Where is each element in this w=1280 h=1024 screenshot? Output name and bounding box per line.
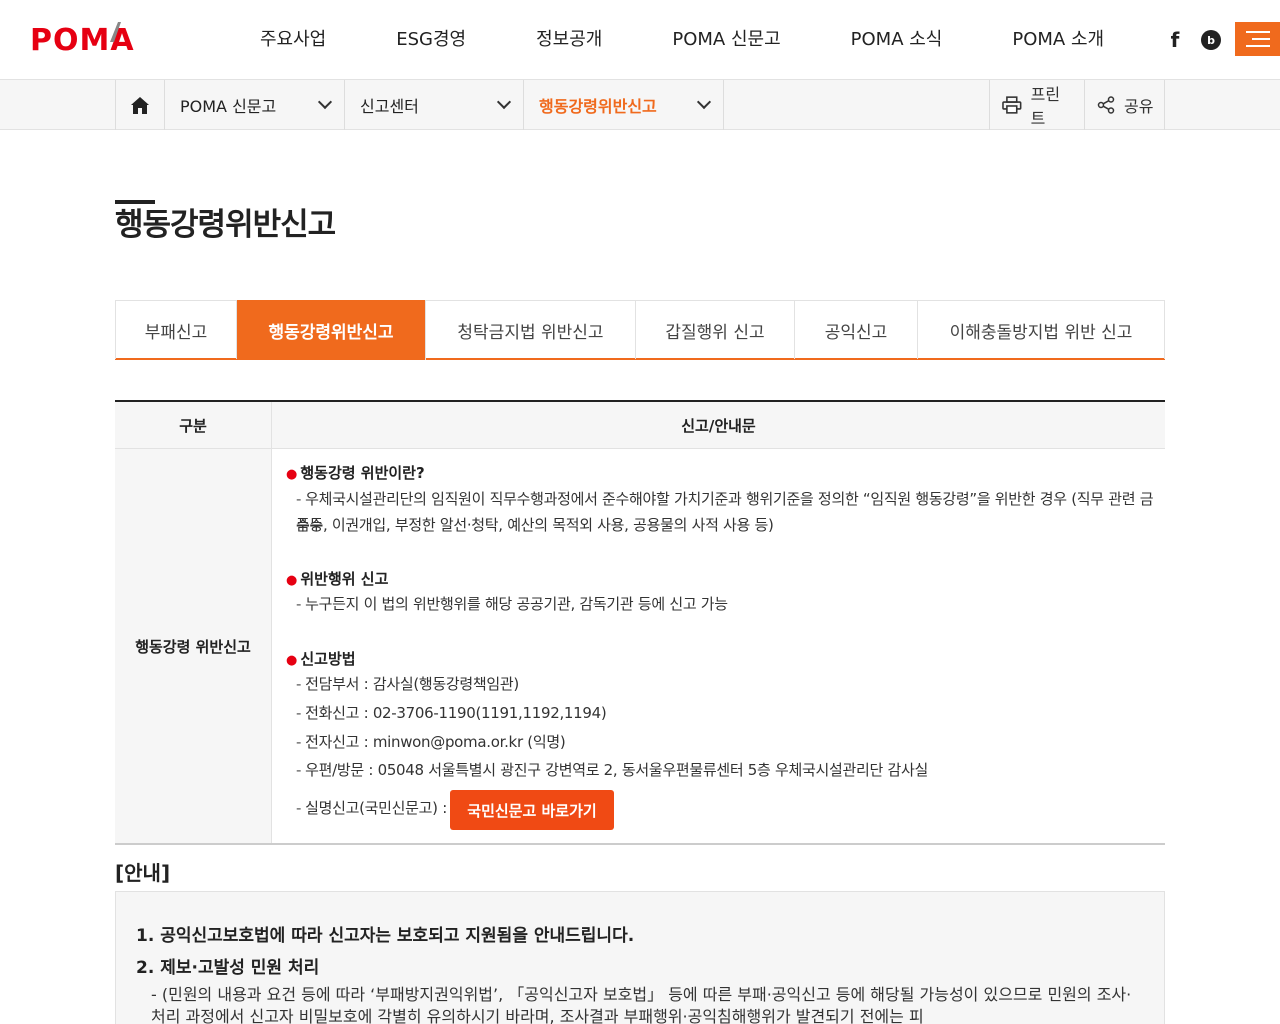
share-icon	[1097, 96, 1115, 114]
title-accent-bar	[115, 200, 155, 204]
location-depth3-dropdown[interactable]: 행동강령위반신고	[524, 80, 724, 130]
chevron-down-icon	[696, 94, 712, 110]
home-button[interactable]	[115, 80, 165, 130]
blog-icon[interactable]: b	[1201, 30, 1221, 50]
section-violation-title: ● 위반행위 신고	[286, 570, 389, 588]
header-icons: f b	[1165, 0, 1280, 80]
notice-box: 1. 공익신고보호법에 따라 신고자는 보호되고 지원됨을 안내드립니다. 2.…	[115, 891, 1165, 1024]
print-label: 프린트	[1030, 85, 1061, 128]
notice-item-2-detail: - (민원의 내용과 요건 등에 따라 ‘부패방지권익위법’, 「공익신고자 보…	[151, 985, 1132, 1024]
bullet-dot-icon: ●	[286, 653, 298, 668]
report-info-table: 구분 신고/안내문 행동강령 위반신고 ● 행동강령 위반이란? - 우체국시설관리…	[115, 400, 1165, 845]
gnb-item-about[interactable]: POMA 소개	[1012, 0, 1104, 80]
menu-line-icon	[1245, 45, 1270, 47]
notice-heading: [안내]	[115, 861, 171, 885]
location-depth1-label: POMA 신문고	[180, 97, 277, 116]
table-header-category: 구분	[115, 402, 272, 448]
poma-logo[interactable]: POMA	[30, 20, 135, 58]
tab-public-interest-report[interactable]: 공익신고	[795, 301, 918, 359]
method-email: - 전자신고 : minwon@poma.or.kr (익명)	[296, 733, 566, 751]
table-row: 행동강령 위반신고 ● 행동강령 위반이란? - 우체국시설관리단의 임직원이 직무…	[115, 449, 1165, 845]
menu-line-icon	[1251, 38, 1270, 40]
site-header: POMA 주요사업 ESG경영 정보공개 POMA 신문고 POMA 소식 PO…	[0, 0, 1280, 80]
location-depth3-label: 행동강령위반신고	[539, 97, 657, 116]
chevron-down-icon	[496, 94, 512, 110]
notice-item-2: 2. 제보·고발성 민원 처리	[136, 958, 320, 978]
gnb-item-news[interactable]: POMA 소식	[851, 0, 943, 80]
tab-anti-graft-report[interactable]: 청탁금지법 위반신고	[426, 301, 636, 359]
all-menu-button[interactable]	[1235, 22, 1280, 56]
logo-mark-icon	[110, 22, 121, 42]
location-depth1-dropdown[interactable]: POMA 신문고	[165, 80, 345, 130]
row-content: ● 행동강령 위반이란? - 우체국시설관리단의 임직원이 직무수행과정에서 준수해…	[272, 449, 1165, 843]
location-depth2-label: 신고센터	[360, 97, 419, 116]
tab-power-abuse-report[interactable]: 갑질행위 신고	[636, 301, 795, 359]
section-violation-text: - 누구든지 이 법의 위반행위를 해당 공공기관, 감독기관 등에 신고 가능	[296, 595, 728, 613]
tab-corruption-report[interactable]: 부패신고	[115, 301, 237, 359]
home-icon	[131, 96, 149, 114]
bullet-dot-icon: ●	[286, 573, 298, 588]
notice-item-1: 1. 공익신고보호법에 따라 신고자는 보호되고 지원됨을 안내드립니다.	[136, 926, 635, 946]
share-label: 공유	[1124, 97, 1154, 116]
chevron-down-icon	[317, 94, 333, 110]
method-department: - 전담부서 : 감사실(행동강령책임관)	[296, 675, 519, 693]
method-named-report: - 실명신고(국민신문고) :	[296, 799, 447, 817]
table-header-guide: 신고/안내문	[681, 416, 756, 435]
page-title: 행동강령위반신고	[115, 207, 336, 243]
location-bar: POMA 신문고 신고센터 행동강령위반신고 프린트 공유	[0, 80, 1280, 130]
section-definition-title: ● 행동강령 위반이란?	[286, 464, 425, 482]
menu-line-icon	[1245, 31, 1270, 33]
location-depth2-dropdown[interactable]: 신고센터	[345, 80, 524, 130]
gnb-item-business[interactable]: 주요사업	[260, 0, 326, 80]
share-button[interactable]: 공유	[1084, 80, 1165, 130]
section-method-title: ● 신고방법	[286, 650, 356, 668]
bullet-dot-icon: ●	[286, 467, 298, 482]
print-button[interactable]: 프린트	[989, 80, 1084, 130]
gnb-item-disclosure[interactable]: 정보공개	[536, 0, 602, 80]
facebook-icon[interactable]: f	[1165, 28, 1185, 52]
tab-conflict-of-interest-report[interactable]: 이해충돌방지법 위반 신고	[918, 301, 1165, 359]
report-tabs: 부패신고 행동강령위반신고 청탁금지법 위반신고 갑질행위 신고 공익신고 이해…	[115, 300, 1165, 360]
sinmungo-link-button[interactable]: 국민신문고 바로가기	[450, 790, 614, 830]
gnb-item-sinmungo[interactable]: POMA 신문고	[672, 0, 780, 80]
gnb-item-esg[interactable]: ESG경영	[396, 0, 466, 80]
global-nav: 주요사업 ESG경영 정보공개 POMA 신문고 POMA 소식 POMA 소개	[225, 0, 1104, 80]
method-mail-visit: - 우편/방문 : 05048 서울특별시 광진구 강변역로 2, 동서울우편물류…	[296, 761, 928, 779]
section-definition-text-cont: 수수, 이권개입, 부정한 알선·청탁, 예산의 목적외 사용, 공용물의 사적…	[296, 516, 774, 534]
method-phone: - 전화신고 : 02-3706-1190(1191,1192,1194)	[296, 704, 607, 722]
row-label: 행동강령 위반신고	[115, 449, 272, 843]
tab-code-of-conduct-report[interactable]: 행동강령위반신고	[237, 300, 426, 360]
table-header-row: 구분 신고/안내문	[115, 402, 1165, 449]
printer-icon	[1002, 96, 1022, 114]
